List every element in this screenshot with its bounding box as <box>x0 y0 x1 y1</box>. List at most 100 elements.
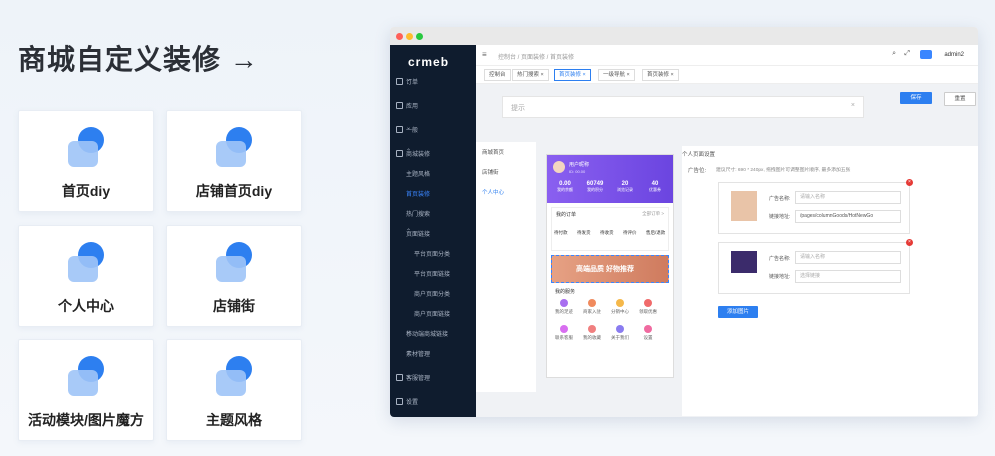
tab-hot-search[interactable]: 热门搜索 × <box>512 69 549 81</box>
profile-header: 用户昵称 ID: 00.00 0.00 我的余额 60749 我的积分 20 浏览记录… <box>547 155 673 203</box>
app-logo: crmeb <box>408 55 450 69</box>
card-personal-center[interactable]: 个人中心 <box>18 225 154 327</box>
service-item[interactable]: 商家入驻 <box>581 299 603 315</box>
sidebar-item-hot-search[interactable]: 热门搜索 <box>390 203 476 223</box>
stat-points: 60749 我的积分 <box>586 181 604 192</box>
decoration-icon <box>396 150 403 157</box>
user-icon <box>66 242 106 282</box>
sidebar-item-customer-service[interactable]: 客服管理 ⌄ <box>390 367 476 387</box>
sidebar-item-theme[interactable]: 主题风格 <box>390 163 476 183</box>
service-item[interactable]: 我的收藏 <box>581 325 603 341</box>
reset-button[interactable]: 重置 <box>944 92 976 106</box>
avatar <box>553 161 565 173</box>
shop-window-icon <box>214 127 254 167</box>
card-theme-style[interactable]: 主题风格 <box>166 339 302 441</box>
card-label: 个人中心 <box>58 298 114 314</box>
apps-icon <box>396 102 403 109</box>
left-tab-home[interactable]: 商城首页 <box>482 148 504 156</box>
palette-icon <box>214 356 254 396</box>
sidebar-item-settings[interactable]: 设置 ⌄ <box>390 391 476 411</box>
delete-icon[interactable]: × <box>906 239 913 246</box>
app-window: crmeb 订单 ⌄ 应用 ⌄ 一般 ⌄ 商城装修 ⌃ 主题风格 首页装修 热门搜索 页… <box>390 27 978 417</box>
tab-bar: 控制台 热门搜索 × 首页装修 × 一级导航 × 首页装修 × <box>476 65 978 84</box>
ad-item[interactable]: 广告名称: 请输入名称 链接地址: 选择链接 × <box>718 239 913 294</box>
services-section: 我的服务 我的足迹 商家入驻 分销中心 领取优惠 联系客服 我的收藏 关于我们 … <box>553 289 659 341</box>
service-item[interactable]: 联系客服 <box>553 325 575 341</box>
left-tab-personal[interactable]: 个人中心 <box>482 188 504 196</box>
search-icon[interactable]: ⌕ <box>892 50 896 58</box>
sidebar-item-merchant-page-links[interactable]: 商户页面链接 <box>390 303 476 323</box>
tab-home-decoration-2[interactable]: 首页装修 × <box>642 69 679 81</box>
user-name[interactable]: admin2 <box>944 52 964 58</box>
card-label: 店铺街 <box>213 298 255 314</box>
gear-icon <box>396 398 403 405</box>
banner[interactable]: 高端品质 好物推荐 <box>551 255 669 283</box>
card-store-street[interactable]: 店铺街 <box>166 225 302 327</box>
left-tab-store-street[interactable]: 店铺街 <box>482 168 499 176</box>
service-item[interactable]: 领取优惠 <box>637 299 659 315</box>
fullscreen-icon[interactable]: ⤢ <box>904 50 910 58</box>
ad-link-input[interactable]: 选择链接 <box>795 270 901 283</box>
minimize-dot[interactable] <box>406 33 413 40</box>
card-shop-home-diy[interactable]: 店铺首页diy <box>166 110 302 212</box>
maximize-dot[interactable] <box>416 33 423 40</box>
sidebar-item-orders[interactable]: 订单 ⌄ <box>390 71 476 91</box>
hint-box: 提示 × <box>502 96 864 118</box>
main-content: 提示 × 保存 重置 商城首页 店铺街 个人中心 用户昵称 ID: 00.00 … <box>476 84 978 417</box>
orders-icon <box>396 78 403 85</box>
sidebar-item-home-decoration[interactable]: 首页装修 <box>390 183 476 203</box>
service-item[interactable]: 分销中心 <box>609 299 631 315</box>
close-dot[interactable] <box>396 33 403 40</box>
service-item[interactable]: 设置 <box>637 325 659 341</box>
service-item[interactable]: 我的足迹 <box>553 299 575 315</box>
ad-name-input[interactable]: 请输入名称 <box>795 251 901 264</box>
card-label: 店铺首页diy <box>195 183 273 199</box>
page-heading: 商城自定义装修 → <box>18 44 259 75</box>
sidebar-item-general[interactable]: 一般 ⌄ <box>390 119 476 139</box>
settings-title: 个人页面设置 <box>682 152 716 158</box>
orders-section: 我的订单 全部订单 > 待付款 待发货 待收货 待评价 售后/退款 <box>551 207 669 251</box>
sidebar: crmeb 订单 ⌄ 应用 ⌄ 一般 ⌄ 商城装修 ⌃ 主题风格 首页装修 热门搜索 页… <box>390 45 476 417</box>
card-label: 活动模块/图片魔方 <box>28 412 144 428</box>
card-home-diy[interactable]: 首页diy <box>18 110 154 212</box>
sidebar-item-platform-page-category[interactable]: 平台页面分类 <box>390 243 476 263</box>
ad-thumbnail[interactable] <box>731 191 757 221</box>
phone-icon <box>396 126 403 133</box>
sidebar-item-mobile-links[interactable]: 移动端商城链接 ⌄ <box>390 323 476 343</box>
card-activity-module[interactable]: 活动模块/图片魔方 <box>18 339 154 441</box>
sidebar-item-page-links[interactable]: 页面链接 ⌃ <box>390 223 476 243</box>
sidebar-item-merchant-page-category[interactable]: 商户页面分类 <box>390 283 476 303</box>
breadcrumb: 控制台 / 页面装修 / 首页装修 <box>498 55 575 61</box>
ad-name-input[interactable]: 请输入名称 <box>795 191 901 204</box>
top-bar: ≡ 控制台 / 页面装修 / 首页装修 ⌕ ⤢ admin2 <box>476 45 978 66</box>
phone-preview: 用户昵称 ID: 00.00 0.00 我的余额 60749 我的积分 20 浏览记录… <box>546 154 674 378</box>
tab-primary-nav[interactable]: 一级导航 × <box>598 69 635 81</box>
menu-toggle-icon[interactable]: ≡ <box>482 50 487 59</box>
save-button[interactable]: 保存 <box>900 92 932 104</box>
sidebar-item-decoration[interactable]: 商城装修 ⌃ <box>390 143 476 163</box>
card-label: 首页diy <box>61 183 111 199</box>
ad-tip: 建议尺寸: 690 * 240px, 拖拽图片可调整图片顺序, 最多添加五张 <box>716 168 851 173</box>
avatar[interactable] <box>920 50 932 59</box>
ad-thumbnail[interactable] <box>731 251 757 273</box>
window-titlebar <box>390 27 978 45</box>
ribbon-star-icon <box>66 356 106 396</box>
sidebar-item-platform-page-links[interactable]: 平台页面链接 <box>390 263 476 283</box>
left-tab-panel: 商城首页 店铺街 个人中心 <box>476 142 536 392</box>
delete-icon[interactable]: × <box>906 179 913 186</box>
sidebar-item-materials[interactable]: 素材管理 <box>390 343 476 363</box>
card-label: 主题风格 <box>206 412 262 428</box>
sidebar-item-apps[interactable]: 应用 ⌄ <box>390 95 476 115</box>
close-icon[interactable]: × <box>851 102 855 109</box>
tab-console[interactable]: 控制台 <box>484 69 511 81</box>
stat-coupons: 40 优惠券 <box>649 181 661 192</box>
tab-home-decoration[interactable]: 首页装修 × <box>554 69 591 81</box>
ad-item[interactable]: 广告名称: 请输入名称 链接地址: /pages/columnGoods/Hot… <box>718 179 913 234</box>
stat-balance: 0.00 我的余额 <box>557 181 573 192</box>
stat-history: 20 浏览记录 <box>617 181 633 192</box>
ad-link-input[interactable]: /pages/columnGoods/HotNewGo <box>795 210 901 223</box>
service-item[interactable]: 关于我们 <box>609 325 631 341</box>
store-street-icon <box>214 242 254 282</box>
add-image-button[interactable]: 添加图片 <box>718 306 758 318</box>
home-icon <box>66 127 106 167</box>
